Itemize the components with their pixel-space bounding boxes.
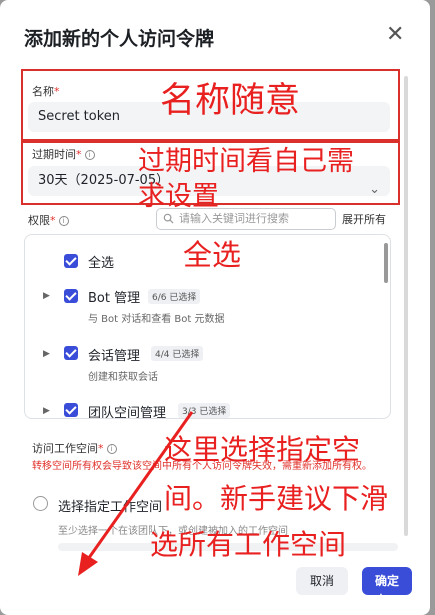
workspace-management-checkbox[interactable] — [64, 403, 78, 417]
watermark: aiznt.com — [342, 590, 430, 609]
search-placeholder: 请输入关键词进行搜索 — [179, 212, 289, 225]
annotation-expiry-1: 过期时间看自己需 — [138, 146, 354, 177]
expand-all-link[interactable]: 展开所有 — [342, 211, 386, 227]
specific-workspace-label[interactable]: 选择指定工作空间 — [58, 496, 162, 515]
perm-title: 会话管理 — [88, 349, 141, 364]
perm-desc: 与 Bot 对话和查看 Bot 元数据 — [88, 314, 225, 325]
workspace-label: 访问工作空间* i — [32, 440, 117, 456]
selected-count-badge: 6/6 已选择 — [148, 289, 201, 304]
annotation-workspace-3: 选所有工作空间 — [150, 528, 347, 561]
annotation-select-all: 全选 — [183, 238, 242, 272]
permission-list-scrollbar[interactable] — [384, 243, 388, 283]
selected-count-badge: 4/4 已选择 — [151, 346, 204, 361]
select-all-label: 全选 — [88, 256, 115, 271]
select-all-checkbox[interactable] — [64, 254, 78, 268]
annotation-name: 名称随意 — [160, 81, 301, 121]
bot-management-checkbox[interactable] — [64, 289, 78, 303]
selected-count-badge: 3/3 已选择 — [178, 403, 231, 418]
expand-caret-icon[interactable]: ▶ — [43, 291, 50, 301]
annotation-workspace-1: 这里选择指定空 — [164, 433, 361, 466]
specific-workspace-radio[interactable] — [33, 496, 48, 511]
info-icon: i — [106, 444, 117, 454]
perm-title: 团队空间管理 — [88, 406, 167, 419]
dialog-title: 添加新的个人访问令牌 — [24, 28, 215, 50]
expand-caret-icon[interactable]: ▶ — [43, 349, 50, 359]
annotation-expiry-2: 求设置 — [138, 181, 219, 212]
expand-caret-icon[interactable]: ▶ — [43, 406, 50, 416]
search-icon — [163, 213, 174, 224]
close-icon[interactable]: ✕ — [386, 24, 404, 46]
info-icon: i — [58, 216, 69, 226]
perm-title: Bot 管理 — [88, 291, 141, 306]
conversation-management-checkbox[interactable] — [64, 346, 78, 360]
permissions-label: 权限* i — [28, 212, 69, 228]
annotation-workspace-2: 间。新手建议下滑 — [164, 482, 389, 515]
perm-desc: 创建和获取会话 — [88, 372, 158, 383]
dialog-scrollbar[interactable] — [404, 76, 408, 536]
cancel-button[interactable]: 取消 — [296, 567, 348, 595]
